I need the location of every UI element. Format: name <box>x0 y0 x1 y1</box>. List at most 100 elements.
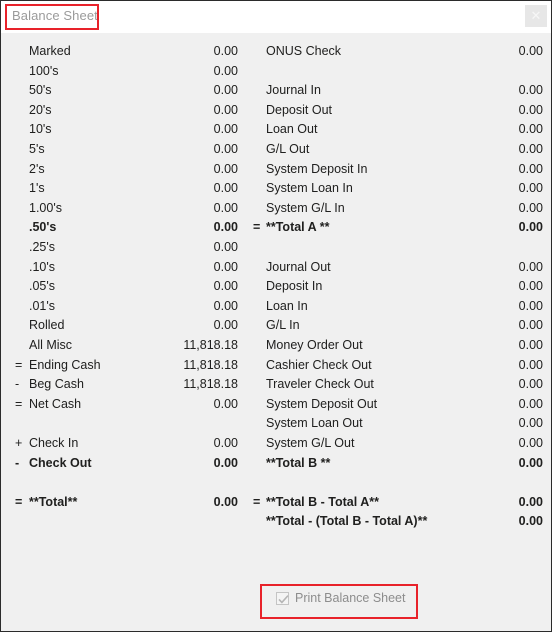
left_value: 11,818.18 <box>183 377 238 392</box>
right_value: 0.00 <box>518 377 543 392</box>
left_label: 2's <box>29 161 45 176</box>
right_label: Loan In <box>266 298 308 313</box>
right_label: System G/L Out <box>266 436 355 450</box>
right_label: G/L In <box>266 318 300 333</box>
left_value: 0.00 <box>213 200 238 215</box>
left_value: 0.00 <box>213 161 238 176</box>
left_label: Ending Cash <box>29 357 101 372</box>
left_value: 0.00 <box>213 102 238 117</box>
right_label: System Loan Out <box>266 416 363 431</box>
right_label: Journal In <box>266 83 321 98</box>
left_value: 0.00 <box>213 122 238 137</box>
balance-row: - Check Out 0.00 **Total B ** 0.00 <box>1 456 551 476</box>
left_op: - <box>15 455 20 470</box>
right_label: Deposit Out <box>266 102 333 117</box>
balance-row: 10's 0.00 Loan Out 0.00 <box>1 122 551 142</box>
left_label: 50's <box>29 83 52 98</box>
right_label: System G/L In <box>266 200 345 215</box>
left_value: 11,818.18 <box>183 338 238 352</box>
left_label: 1's <box>29 181 45 196</box>
balance-row: .25's 0.00 <box>1 240 551 260</box>
balance-row: + Check In 0.00 System G/L Out 0.00 <box>1 436 551 456</box>
right_value: 0.00 <box>518 494 543 509</box>
left_label: .01's <box>29 298 56 313</box>
window-title: Balance Sheet <box>12 8 98 23</box>
left_label: Rolled <box>29 318 65 333</box>
left_label: .50's <box>29 220 57 235</box>
balance-row: 20's 0.00 Deposit Out 0.00 <box>1 103 551 123</box>
right_value: 0.00 <box>518 200 543 215</box>
left_op: = <box>15 494 23 509</box>
left_label: .25's <box>29 240 56 254</box>
left_op: = <box>15 396 23 411</box>
right_label: **Total B ** <box>266 455 331 470</box>
left_label: 100's <box>29 63 59 78</box>
left_label: Net Cash <box>29 396 82 411</box>
checkbox-label: Print Balance Sheet <box>295 591 406 605</box>
balance-row: - Beg Cash 11,818.18 Traveler Check Out 0.00 <box>1 377 551 397</box>
left_value: 0.00 <box>213 220 238 235</box>
balance-row: 1's 0.00 System Loan In 0.00 <box>1 181 551 201</box>
left_label: Marked <box>29 44 71 58</box>
right_label: Deposit In <box>266 279 323 294</box>
right_value: 0.00 <box>518 44 543 58</box>
right_value: 0.00 <box>518 102 543 117</box>
balance-row: All Misc 11,818.18 Money Order Out 0.00 <box>1 338 551 358</box>
right_label: Money Order Out <box>266 338 363 352</box>
right_value: 0.00 <box>518 142 543 156</box>
balance-row: .50's 0.00 = **Total A ** 0.00 <box>1 220 551 240</box>
left_value: 0.00 <box>213 318 238 333</box>
right_value: 0.00 <box>518 122 543 137</box>
checkmark-icon <box>278 595 289 604</box>
left_label: Check Out <box>29 455 92 470</box>
right_label: **Total A ** <box>266 220 330 235</box>
left_label: .05's <box>29 279 56 294</box>
balance-row: 1.00's 0.00 System G/L In 0.00 <box>1 201 551 221</box>
left_label: All Misc <box>29 338 73 352</box>
left_value: 0.00 <box>213 494 238 509</box>
left_label: 1.00's <box>29 200 62 215</box>
left_value: 0.00 <box>213 455 238 470</box>
right_label: **Total - (Total B - Total A)** <box>266 514 428 529</box>
balance-row: Rolled 0.00 G/L In 0.00 <box>1 318 551 338</box>
right_label: Cashier Check Out <box>266 357 372 372</box>
close-icon[interactable]: ✕ <box>525 5 547 27</box>
left_value: 0.00 <box>213 436 238 450</box>
right_value: 0.00 <box>518 514 543 529</box>
balance-sheet-body: Marked 0.00 ONUS Check 0.00 100's 0.00 50's 0.0… <box>1 33 551 631</box>
left_op: + <box>15 436 23 450</box>
left_value: 0.00 <box>213 44 238 58</box>
left_label: 10's <box>29 122 52 137</box>
right_label: System Loan In <box>266 181 353 196</box>
left_value: 0.00 <box>213 259 238 274</box>
window-titlebar: Balance Sheet ✕ <box>1 1 551 33</box>
right_value: 0.00 <box>518 338 543 352</box>
right_value: 0.00 <box>518 436 543 450</box>
balance-row: 2's 0.00 System Deposit In 0.00 <box>1 162 551 182</box>
right_value: 0.00 <box>518 357 543 372</box>
right_value: 0.00 <box>518 318 543 333</box>
left_value: 0.00 <box>213 240 238 254</box>
balance-row: = **Total** 0.00 = **Total B - Total A** 0.00 <box>1 495 551 515</box>
left_value: 0.00 <box>213 298 238 313</box>
right_value: 0.00 <box>518 455 543 470</box>
right_value: 0.00 <box>518 396 543 411</box>
right_label: Traveler Check Out <box>266 377 374 392</box>
left_value: 0.00 <box>213 63 238 78</box>
right_label: Loan Out <box>266 122 318 137</box>
balance-sheet-dialog: Balance Sheet ✕ Marked 0.00 ONUS Check 0.00… <box>0 0 552 632</box>
balance-row: 5's 0.00 G/L Out 0.00 <box>1 142 551 162</box>
balance-row <box>1 475 551 495</box>
balance-row: 50's 0.00 Journal In 0.00 <box>1 83 551 103</box>
right_label: G/L Out <box>266 142 310 156</box>
right_value: 0.00 <box>518 259 543 274</box>
left_label: **Total** <box>29 494 78 509</box>
left_label: .10's <box>29 259 56 274</box>
balance-row: = Ending Cash 11,818.18 Cashier Check Out 0.… <box>1 358 551 378</box>
checkbox-box[interactable] <box>276 592 289 605</box>
left_op: - <box>15 377 20 392</box>
right_value: 0.00 <box>518 161 543 176</box>
left_value: 11,818.18 <box>183 357 238 372</box>
balance-row: .05's 0.00 Deposit In 0.00 <box>1 279 551 299</box>
left_label: 5's <box>29 142 45 156</box>
